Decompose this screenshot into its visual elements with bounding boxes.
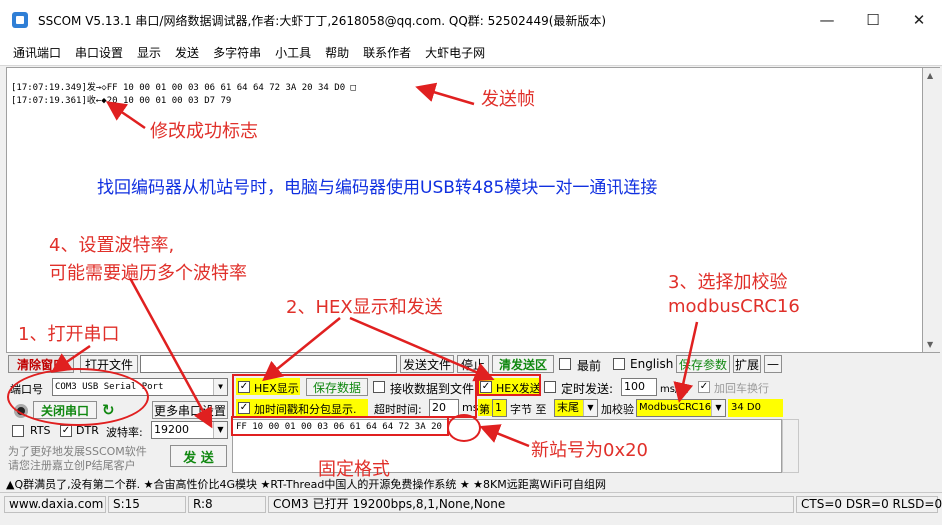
chevron-down-icon[interactable]: ▼ [213, 422, 227, 438]
sscom-window: SSCOM V5.13.1 串口/网络数据调试器,作者:大虾丁丁,2618058… [0, 0, 942, 525]
collapse-button[interactable]: — [764, 355, 782, 373]
window-title: SSCOM V5.13.1 串口/网络数据调试器,作者:大虾丁丁,2618058… [38, 13, 607, 28]
topmost-label: 最前 [577, 359, 602, 373]
chevron-down-icon[interactable]: ▼ [213, 379, 227, 395]
status-bar: www.daxia.com S:15 R:8 COM3 已打开 19200bps… [0, 492, 942, 514]
promo-line2: 请您注册嘉立创P结尾客户 [8, 459, 136, 472]
menu-send[interactable]: 发送 [168, 44, 206, 61]
topmost-checkbox[interactable] [559, 358, 571, 370]
english-label: English [630, 357, 674, 371]
save-params-button[interactable]: 保存参数 [676, 355, 730, 373]
byte-to-label: 字节 至 [510, 403, 547, 416]
status-signals: CTS=0 DSR=0 RLSD=0 [796, 496, 942, 513]
status-port-state: COM3 已打开 19200bps,8,1,None,None [268, 496, 794, 513]
baud-select-value: 19200 [154, 423, 189, 436]
more-serial-settings-button[interactable]: 更多串口设置 [152, 401, 228, 419]
highlight-hex-options-box [232, 374, 477, 418]
status-site[interactable]: www.daxia.com [4, 496, 106, 513]
annotation-step3-line2: modbusCRC16 [668, 296, 800, 317]
window-controls: — ☐ ✕ [804, 0, 942, 40]
highlight-port-oval [7, 368, 149, 426]
send-button[interactable]: 发 送 [170, 445, 227, 467]
menu-tools[interactable]: 小工具 [268, 44, 318, 61]
ticker-text: ▲Q群满员了,没有第二个群. ★合宙高性价比4G模块 ★RT-Thread中国人… [6, 478, 607, 491]
menu-bar: 通讯端口 串口设置 显示 发送 多字符串 小工具 帮助 联系作者 大虾电子网 [0, 40, 942, 66]
annotation-fixed-format: 固定格式 [318, 459, 390, 480]
menu-help[interactable]: 帮助 [318, 44, 356, 61]
annotation-modify-success: 修改成功标志 [150, 121, 258, 142]
add-crlf-checkbox[interactable]: ✓ [698, 381, 710, 393]
annotation-send-frame: 发送帧 [481, 89, 535, 110]
interval-unit: ms/次 [660, 384, 689, 395]
status-recv-count: R:8 [188, 496, 266, 513]
checksum-value: 34 D0 [728, 399, 783, 417]
checksum-label: 加校验 [601, 403, 634, 416]
dtr-checkbox[interactable]: ✓ [60, 425, 72, 437]
interval-input[interactable]: 100 [621, 378, 657, 396]
menu-daxia-site[interactable]: 大虾电子网 [418, 44, 492, 61]
receive-scrollbar[interactable]: ▲ ▼ [923, 67, 940, 353]
english-checkbox[interactable] [613, 358, 625, 370]
minimize-button[interactable]: — [804, 0, 850, 40]
scroll-up-icon[interactable]: ▲ [927, 71, 933, 80]
baud-label: 波特率: [106, 426, 143, 439]
menu-serial-settings[interactable]: 串口设置 [68, 44, 130, 61]
annotation-step4-line2: 可能需要遍历多个波特率 [49, 263, 247, 284]
stop-button[interactable]: 停止 [457, 355, 489, 373]
add-crlf-label: 加回车换行 [714, 382, 769, 395]
byte-to-select[interactable]: 末尾 ▼ [554, 399, 598, 417]
file-path-input[interactable] [140, 355, 397, 373]
timed-send-checkbox[interactable] [544, 381, 556, 393]
status-sent-count: S:15 [108, 496, 186, 513]
byte-from-input[interactable]: 1 [492, 399, 507, 417]
rts-label: RTS [30, 424, 51, 437]
menu-contact[interactable]: 联系作者 [356, 44, 418, 61]
annotation-main-note: 找回编码器从机站号时，电脑与编码器使用USB转485模块一对一通讯连接 [97, 178, 658, 198]
seg-label: 第 [479, 403, 490, 416]
checksum-select-value: ModbusCRC16 [639, 402, 712, 413]
highlight-new-station-oval [447, 414, 481, 442]
chevron-down-icon[interactable]: ▼ [711, 400, 725, 416]
highlight-hex-send-box [477, 374, 541, 396]
scroll-down-icon[interactable]: ▼ [927, 340, 933, 349]
log-line-received: [17:07:19.361]收←◆20 10 00 01 00 03 D7 79 [11, 96, 232, 106]
menu-display[interactable]: 显示 [130, 44, 168, 61]
rts-checkbox[interactable] [12, 425, 24, 437]
annotation-step2: 2、HEX显示和发送 [286, 297, 443, 318]
expand-button[interactable]: 扩展 [733, 355, 761, 373]
menu-multi-string[interactable]: 多字符串 [206, 44, 268, 61]
clear-send-button[interactable]: 清发送区 [492, 355, 554, 373]
annotation-step1: 1、打开串口 [18, 324, 120, 345]
title-bar: SSCOM V5.13.1 串口/网络数据调试器,作者:大虾丁丁,2618058… [0, 0, 942, 40]
annotation-step4-line1: 4、设置波特率, [49, 235, 175, 256]
checksum-select[interactable]: ModbusCRC16 ▼ [636, 399, 726, 417]
highlight-fixed-format-box [231, 416, 449, 436]
annotation-new-station: 新站号为0x20 [531, 440, 649, 461]
chevron-down-icon[interactable]: ▼ [583, 400, 597, 416]
baud-select[interactable]: 19200 ▼ [151, 421, 228, 439]
byte-to-value: 末尾 [557, 401, 579, 414]
annotation-step3-line1: 3、选择加校验 [668, 272, 788, 293]
maximize-button[interactable]: ☐ [850, 0, 896, 40]
app-icon [12, 12, 28, 28]
close-button[interactable]: ✕ [896, 0, 942, 40]
log-line-sent: [17:07:19.349]发→◇FF 10 00 01 00 03 06 61… [11, 83, 356, 93]
menu-comm-port[interactable]: 通讯端口 [6, 44, 68, 61]
send-file-button[interactable]: 发送文件 [400, 355, 454, 373]
timed-send-label: 定时发送: [561, 382, 614, 396]
send-scrollbar[interactable] [782, 419, 799, 473]
